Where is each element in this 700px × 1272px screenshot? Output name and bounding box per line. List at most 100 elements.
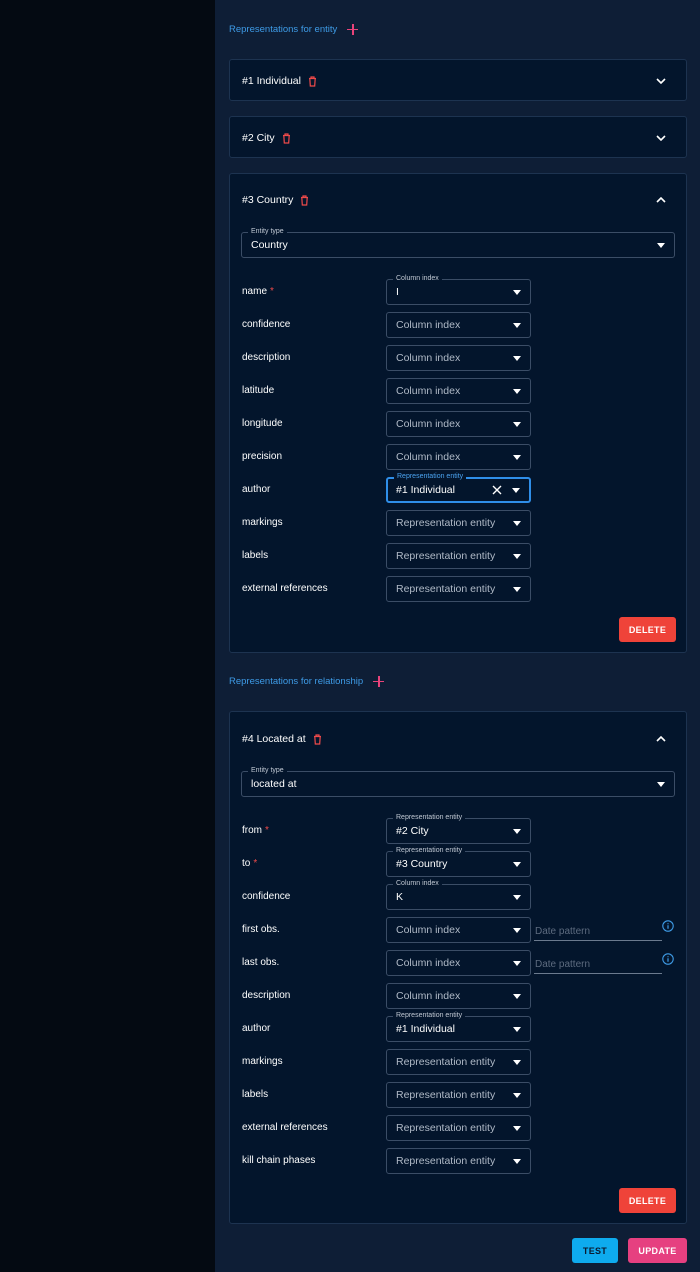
delete-relationship-button[interactable]: DELETE bbox=[619, 1188, 676, 1213]
author-select[interactable]: Representation entity #1 Individual bbox=[386, 472, 531, 503]
trash-icon[interactable] bbox=[313, 733, 322, 745]
required-asterisk: * bbox=[253, 858, 258, 869]
field-label-text: first obs. bbox=[242, 924, 280, 935]
field-label-precision: precision bbox=[242, 451, 282, 462]
author-select[interactable]: Representation entity #1 Individual bbox=[386, 1011, 531, 1042]
chevron-down-icon[interactable] bbox=[656, 135, 666, 141]
select-value: Column index bbox=[396, 319, 461, 331]
kill-chain-phases-select[interactable]: Representation entity bbox=[386, 1148, 531, 1174]
field-label-last-obs: last obs. bbox=[242, 957, 279, 968]
select-value: Representation entity bbox=[396, 550, 496, 562]
card-located-at-header[interactable]: #4 Located at bbox=[242, 712, 674, 766]
longitude-select[interactable]: Column index bbox=[386, 411, 531, 437]
dropdown-arrow-icon bbox=[513, 389, 521, 394]
dropdown-arrow-icon bbox=[513, 1093, 521, 1098]
card-located-at-title: #4 Located at bbox=[242, 733, 306, 745]
dropdown-arrow-icon bbox=[513, 1060, 521, 1065]
field-label-text: precision bbox=[242, 451, 283, 462]
field-label-text: to bbox=[242, 858, 251, 869]
external-references-select[interactable]: Representation entity bbox=[386, 1115, 531, 1141]
delete-country-button[interactable]: DELETE bbox=[619, 617, 676, 642]
field-label-latitude: latitude bbox=[242, 385, 274, 396]
required-asterisk: * bbox=[270, 286, 274, 297]
field-label-text: labels bbox=[242, 550, 269, 561]
field-label-to: to * bbox=[242, 858, 257, 869]
confidence-select[interactable]: Column index K bbox=[386, 879, 531, 910]
precision-select[interactable]: Column index bbox=[386, 444, 531, 470]
latitude-select[interactable]: Column index bbox=[386, 378, 531, 404]
from-select[interactable]: Representation entity #2 City bbox=[386, 813, 531, 844]
card-city[interactable]: #2 City bbox=[229, 116, 687, 158]
card-individual[interactable]: #1 Individual bbox=[229, 59, 687, 101]
floating-label: Column index bbox=[393, 274, 442, 283]
card-country-header[interactable]: #3 Country bbox=[242, 174, 674, 226]
add-relationship-icon[interactable] bbox=[373, 676, 385, 687]
dropdown-arrow-icon bbox=[513, 1126, 521, 1131]
relationship-section-title: Representations for relationship bbox=[229, 676, 364, 687]
field-label-markings: markings bbox=[242, 1056, 283, 1067]
markings-select[interactable]: Representation entity bbox=[386, 1049, 531, 1075]
field-label-text: description bbox=[242, 352, 291, 363]
field-label-external-references: external references bbox=[242, 583, 328, 594]
card-city-header[interactable]: #2 City bbox=[242, 117, 674, 159]
trash-icon[interactable] bbox=[300, 194, 309, 206]
field-label-text: external references bbox=[242, 1122, 328, 1133]
labels-select[interactable]: Representation entity bbox=[386, 1082, 531, 1108]
add-entity-icon[interactable] bbox=[347, 24, 359, 35]
confidence-select[interactable]: Column index bbox=[386, 312, 531, 338]
entity-section-header: Representations for entity bbox=[229, 24, 359, 35]
field-label-author: author bbox=[242, 1023, 270, 1034]
select-value: Column index bbox=[396, 924, 461, 936]
floating-label: Column index bbox=[393, 879, 442, 888]
info-icon[interactable] bbox=[662, 953, 674, 965]
external-references-select[interactable]: Representation entity bbox=[386, 576, 531, 602]
labels-select[interactable]: Representation entity bbox=[386, 543, 531, 569]
last-obs-select[interactable]: Column index bbox=[386, 950, 531, 976]
field-label-text: confidence bbox=[242, 319, 291, 330]
trash-icon[interactable] bbox=[282, 132, 291, 144]
dropdown-arrow-icon bbox=[513, 455, 521, 460]
name-select[interactable]: Column index I bbox=[386, 274, 531, 305]
last-obs-date-pattern-input[interactable]: Date pattern bbox=[534, 952, 662, 974]
dropdown-arrow-icon bbox=[513, 422, 521, 427]
card-country-title: #3 Country bbox=[242, 194, 294, 206]
field-label-text: markings bbox=[242, 1056, 283, 1067]
field-label-labels: labels bbox=[242, 550, 268, 561]
update-button[interactable]: UPDATE bbox=[628, 1238, 687, 1263]
dropdown-arrow-icon bbox=[657, 243, 665, 248]
field-label-text: description bbox=[242, 990, 291, 1001]
select-value: Representation entity bbox=[396, 1122, 496, 1134]
card-city-title: #2 City bbox=[242, 132, 275, 144]
first-obs-date-pattern-input[interactable]: Date pattern bbox=[534, 919, 662, 941]
markings-select[interactable]: Representation entity bbox=[386, 510, 531, 536]
chevron-up-icon[interactable] bbox=[656, 197, 666, 203]
chevron-down-icon[interactable] bbox=[656, 78, 666, 84]
field-label-text: confidence bbox=[242, 891, 291, 902]
dropdown-arrow-icon bbox=[513, 895, 521, 900]
relationship-type-select[interactable]: Entity type located at bbox=[241, 766, 675, 797]
field-label-longitude: longitude bbox=[242, 418, 283, 429]
select-value: I bbox=[396, 286, 399, 298]
entity-type-select[interactable]: Entity type Country bbox=[241, 227, 675, 258]
field-label-confidence: confidence bbox=[242, 319, 290, 330]
dropdown-arrow-icon bbox=[513, 356, 521, 361]
description-select[interactable]: Column index bbox=[386, 983, 531, 1009]
floating-label: Representation entity bbox=[393, 846, 466, 855]
field-label-markings: markings bbox=[242, 517, 283, 528]
left-blank-area bbox=[0, 0, 215, 1272]
floating-label: Representation entity bbox=[393, 813, 466, 822]
trash-icon[interactable] bbox=[308, 75, 317, 87]
first-obs-select[interactable]: Column index bbox=[386, 917, 531, 943]
field-label-text: external references bbox=[242, 583, 328, 594]
dropdown-arrow-icon bbox=[512, 488, 520, 493]
description-select[interactable]: Column index bbox=[386, 345, 531, 371]
floating-label: Representation entity bbox=[394, 472, 467, 481]
test-button[interactable]: TEST bbox=[572, 1238, 618, 1263]
info-icon[interactable] bbox=[662, 920, 674, 932]
clear-icon[interactable] bbox=[492, 485, 502, 495]
card-individual-header[interactable]: #1 Individual bbox=[242, 60, 674, 102]
field-label-external-references: external references bbox=[242, 1122, 328, 1133]
dropdown-arrow-icon bbox=[513, 994, 521, 999]
to-select[interactable]: Representation entity #3 Country bbox=[386, 846, 531, 877]
chevron-up-icon[interactable] bbox=[656, 736, 666, 742]
